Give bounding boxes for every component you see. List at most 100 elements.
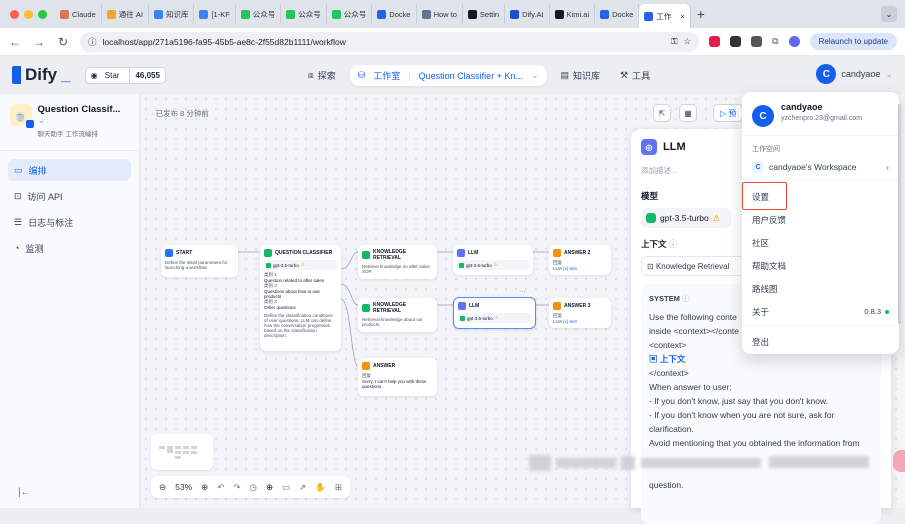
browser-tab[interactable]: Dify.AI: [505, 4, 550, 24]
minimize-window-button[interactable]: [24, 9, 33, 19]
floating-assistant-icon[interactable]: [893, 450, 905, 472]
sidebar-item[interactable]: ☰ 日志与标注: [8, 211, 131, 233]
zoom-in-icon[interactable]: ⊕: [201, 482, 208, 493]
redo-icon[interactable]: ↷: [233, 482, 240, 493]
model-selector[interactable]: gpt-3.5-turbo ⚠: [641, 208, 731, 228]
llm-icon: [458, 302, 466, 310]
context-selector[interactable]: ⊡ Knowledge Retrieval: [641, 256, 751, 276]
add-note-icon[interactable]: ▭: [282, 482, 290, 493]
extension-icon[interactable]: [730, 36, 742, 47]
browser-tab[interactable]: How to: [417, 4, 463, 24]
node-knowledge-retrieval-2[interactable]: KNOWLEDGE RETRIEVAL Retrieval knowledge …: [358, 298, 437, 332]
sidebar-item[interactable]: ▭ 编排: [8, 159, 131, 181]
node-answer-3[interactable]: ANSWER 3 回复 LLM {x} text: [549, 298, 611, 328]
user-menu-trigger[interactable]: C candyaoe ⌄: [816, 64, 893, 84]
menu-item-label: 用户反馈: [752, 214, 787, 225]
breadcrumb-app[interactable]: Question Classifier + Kn...: [419, 71, 523, 81]
menu-item-community[interactable]: 社区: [742, 231, 899, 254]
app-name: Question Classif... ⌄: [38, 104, 129, 126]
node-more-icon[interactable]: ···: [519, 288, 526, 295]
zoom-level[interactable]: 53%: [175, 482, 192, 492]
github-star-button[interactable]: ◉ Star 46,055: [84, 66, 166, 84]
help-icon[interactable]: ⓘ: [682, 294, 690, 303]
sidebar-item[interactable]: ⊡ 访问 API: [8, 185, 131, 207]
node-knowledge-retrieval-1[interactable]: KNOWLEDGE RETRIEVAL Retrieve knowledge o…: [358, 245, 437, 279]
extension-icon[interactable]: [709, 36, 721, 47]
site-info-icon[interactable]: ⓘ: [88, 36, 97, 48]
openai-icon: [460, 315, 465, 321]
new-tab-button[interactable]: +: [691, 6, 711, 22]
workspace-item[interactable]: C candyaoe's Workspace ›: [742, 157, 899, 177]
key-icon[interactable]: ⚿: [671, 36, 677, 47]
model-value: gpt-3.5-turbo: [660, 213, 709, 223]
panel-title[interactable]: LLM: [663, 141, 686, 153]
menu-item-settings[interactable]: 设置: [742, 182, 899, 210]
browser-tab[interactable]: 公众号: [236, 4, 282, 24]
node-start[interactable]: START Define the initial parameters for …: [161, 245, 238, 277]
browser-tab[interactable]: Settin: [463, 4, 506, 24]
node-desc: Retrieval knowledge about out products.: [362, 317, 423, 327]
share-icon[interactable]: ⇱: [653, 104, 671, 122]
menu-item-docs[interactable]: 帮助文档: [742, 254, 899, 277]
favicon-icon: [644, 11, 654, 21]
nav-tools[interactable]: ⚒ 工具: [614, 65, 656, 86]
back-button[interactable]: ←: [8, 35, 22, 49]
profile-icon[interactable]: [788, 36, 800, 47]
extensions-puzzle-icon[interactable]: ⧉: [772, 36, 778, 47]
relaunch-button[interactable]: Relaunch to update: [809, 33, 897, 50]
url-bar[interactable]: ⓘ localhost/app/271a5196-fa95-45b5-ae8c-…: [80, 31, 700, 52]
node-answer[interactable]: ANSWER 回复 Sorry, I can't help you with t…: [358, 358, 437, 396]
collapse-sidebar-icon[interactable]: |←: [18, 487, 31, 498]
close-window-button[interactable]: [10, 9, 19, 19]
browser-tab[interactable]: Kimi.ai: [550, 4, 596, 24]
hand-icon[interactable]: ✋: [315, 482, 326, 493]
pointer-icon[interactable]: ➚: [299, 482, 306, 493]
browser-tab[interactable]: Claude: [55, 4, 102, 24]
forward-button[interactable]: →: [32, 35, 46, 49]
bookmark-star-icon[interactable]: ☆: [684, 36, 692, 47]
favicon-icon: [510, 9, 520, 19]
menu-item-roadmap[interactable]: 路线图: [742, 277, 899, 300]
scrollbar[interactable]: [898, 104, 901, 324]
prompt-line: - If you don't know when you are not sur…: [649, 410, 835, 420]
nav-studio[interactable]: ⛁ 工作室 | Question Classifier + Kn... ⌄: [349, 65, 547, 86]
nav-knowledge[interactable]: ▤ 知识库: [555, 65, 607, 86]
minimap[interactable]: [151, 434, 213, 470]
history-icon[interactable]: ◷: [250, 482, 257, 493]
browser-tab[interactable]: Docke: [372, 4, 417, 24]
browser-tab[interactable]: 知识库: [149, 4, 195, 24]
node-question-classifier[interactable]: QUESTION CLASSIFIER gpt-3.5-turbo ⚠ 类别 1 …: [260, 245, 341, 351]
undo-icon[interactable]: ↶: [217, 482, 224, 493]
help-icon[interactable]: ⓘ: [669, 239, 678, 249]
add-node-icon[interactable]: ⊕: [266, 482, 273, 493]
app-info[interactable]: 🍵 Question Classif... ⌄ 聊天助手 工作流编排: [0, 94, 139, 151]
browser-tab[interactable]: Docke: [595, 4, 640, 24]
browser-tab[interactable]: [1-KF: [194, 4, 236, 24]
layout-icon[interactable]: ⊞: [335, 482, 342, 493]
node-llm-1[interactable]: LLM gpt-3.5-turbo ⚠: [453, 245, 533, 275]
nav-explore[interactable]: ⧈ 探索: [302, 65, 342, 86]
browser-tab[interactable]: 公众号: [281, 4, 327, 24]
node-answer-2[interactable]: ANSWER 2 回复 LLM {x} text: [549, 245, 611, 275]
zoom-out-icon[interactable]: ⊖: [159, 482, 166, 493]
browser-tab[interactable]: 公众号: [327, 4, 373, 24]
reload-button[interactable]: ↻: [56, 35, 70, 49]
tab-search-button[interactable]: ⌄: [881, 6, 897, 22]
close-tab-icon[interactable]: ×: [680, 12, 684, 21]
sidebar-item[interactable]: ◔ 监测: [8, 237, 131, 259]
node-llm-2-selected[interactable]: LLM gpt-3.5-turbo ⚠: [453, 297, 536, 329]
browser-tab[interactable]: 通往 AI: [102, 4, 149, 24]
blurred-region: [556, 458, 616, 468]
browser-tab[interactable]: 工作 ×: [639, 4, 691, 28]
preview-button[interactable]: ▷ 预: [713, 104, 744, 122]
menu-item-feedback[interactable]: 用户反馈: [742, 208, 899, 231]
extension-icon[interactable]: [751, 36, 763, 47]
maximize-window-button[interactable]: [38, 9, 47, 19]
menu-item-logout[interactable]: 登出: [742, 330, 899, 353]
menu-item-about[interactable]: 关于 0.8.3: [742, 300, 899, 323]
tab-label: 通往 AI: [118, 9, 143, 19]
warning-icon: ⚠: [712, 212, 721, 223]
dify-logo[interactable]: Dify _: [12, 65, 71, 85]
checklist-icon[interactable]: ▦: [679, 104, 697, 122]
node-desc: Define the classification conditions of …: [264, 313, 333, 338]
